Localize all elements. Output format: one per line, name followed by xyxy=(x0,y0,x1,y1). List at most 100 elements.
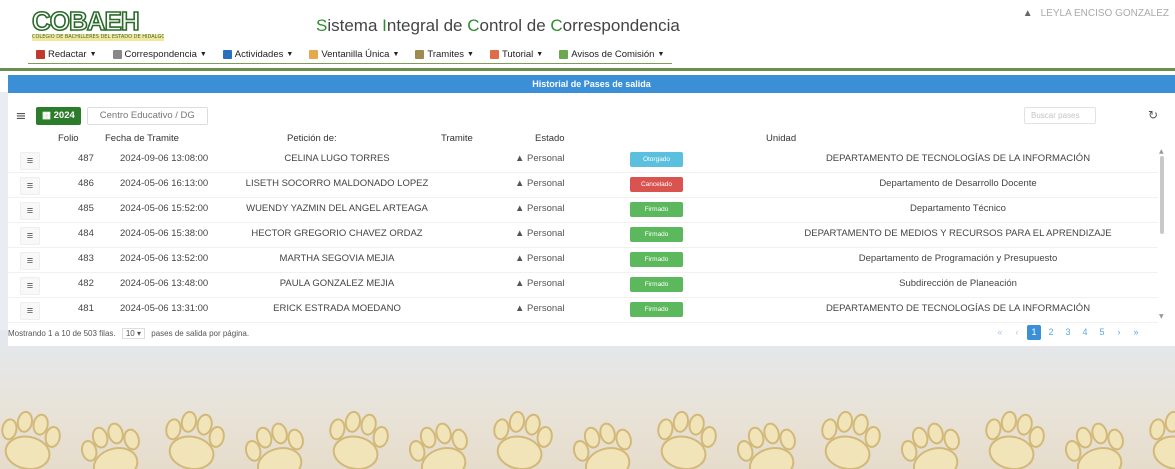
unidad-cell: DEPARTAMENTO DE TECNOLOGÍAS DE LA INFORM… xyxy=(825,153,1091,164)
menu-actividades[interactable]: Actividades ▼ xyxy=(214,46,302,64)
users-icon xyxy=(415,50,425,59)
status-badge: Firmado xyxy=(630,302,683,317)
center-filter-button[interactable]: Centro Educativo / DG xyxy=(86,107,208,125)
person-icon: ▲ xyxy=(515,253,528,264)
folio-cell: 484 xyxy=(78,228,94,239)
column-folio[interactable]: Folio xyxy=(58,133,79,144)
folio-cell: 483 xyxy=(78,253,94,264)
table-row: ≡ 481 2024-05-06 13:31:00 ERICK ESTRADA MOE… xyxy=(8,298,1158,323)
table-row: ≡ 484 2024-05-06 15:38:00 HECTOR GREGORIO C… xyxy=(8,223,1158,248)
unidad-cell: Departamento Técnico xyxy=(910,203,1006,214)
person-icon: ▲ xyxy=(515,153,528,164)
person-icon: ▲ xyxy=(515,228,528,239)
menu-redactar[interactable]: Redactar ▼ xyxy=(28,46,105,64)
menu-avisos-comision[interactable]: Avisos de Comisión ▼ xyxy=(551,46,673,64)
refresh-icon[interactable]: ↻ xyxy=(1146,108,1160,122)
caret-down-icon: ▼ xyxy=(467,51,474,58)
peticion-cell: CELINA LUGO TORRES xyxy=(284,153,390,164)
peticion-cell: MARTHA SEGOVIA MEJIA xyxy=(279,253,395,264)
fecha-cell: 2024-05-06 15:52:00 xyxy=(120,203,209,214)
column-unidad[interactable]: Unidad xyxy=(766,133,796,144)
panel-heading: Historial de Pases de salida xyxy=(8,75,1175,93)
page-3[interactable]: 3 xyxy=(1061,325,1075,340)
peticion-cell: PAULA GONZALEZ MEJIA xyxy=(279,278,395,289)
pencil-icon xyxy=(36,50,45,59)
unidad-cell: DEPARTAMENTO DE MEDIOS Y RECURSOS PARA E… xyxy=(804,228,1112,239)
toolbar: ≡ ▦ 2024 Centro Educativo / DG xyxy=(12,107,208,125)
app-title: Sistema Integral de Control de Correspon… xyxy=(316,16,680,35)
page-5[interactable]: 5 xyxy=(1095,325,1109,340)
page-first[interactable]: « xyxy=(993,325,1007,340)
caret-down-icon: ▼ xyxy=(536,51,544,58)
unidad-cell: Departamento de Desarrollo Docente xyxy=(879,178,1037,189)
table-row: ≡ 482 2024-05-06 13:48:00 PAULA GONZALEZ ME… xyxy=(8,273,1158,298)
row-menu-button[interactable]: ≡ xyxy=(20,202,40,220)
row-menu-button[interactable]: ≡ xyxy=(20,252,40,270)
tramite-cell: ▲ Personal xyxy=(515,253,565,264)
row-menu-button[interactable]: ≡ xyxy=(20,152,40,170)
paw-pattern-background xyxy=(0,399,1175,469)
menu-tramites[interactable]: Tramites ▼ xyxy=(407,46,482,64)
column-peticion[interactable]: Petición de: xyxy=(287,133,337,144)
user-name: LEYLA ENCISO GONZALEZ xyxy=(1040,8,1169,19)
person-icon: ▲ xyxy=(515,178,528,189)
unidad-cell: Subdirección de Planeación xyxy=(899,278,1017,289)
row-menu-button[interactable]: ≡ xyxy=(20,277,40,295)
logo-subtitle: COLEGIO DE BACHILLERES DEL ESTADO DE HID… xyxy=(32,34,164,41)
unidad-cell: Departamento de Programación y Presupues… xyxy=(858,253,1058,264)
row-menu-button[interactable]: ≡ xyxy=(20,227,40,245)
tramite-cell: ▲ Personal xyxy=(515,303,565,314)
peticion-cell: LISETH SOCORRO MALDONADO LOPEZ xyxy=(245,178,429,189)
calendar-icon: ▦ xyxy=(42,110,54,121)
person-icon: ▲ xyxy=(515,303,528,314)
folio-cell: 485 xyxy=(78,203,94,214)
page-next[interactable]: › xyxy=(1112,325,1126,340)
column-fecha[interactable]: Fecha de Tramite xyxy=(105,133,179,144)
passes-panel: ≡ ▦ 2024 Centro Educativo / DG ↻ Folio F… xyxy=(8,93,1175,346)
tramite-cell: ▲ Personal xyxy=(515,203,565,214)
menu-tutorial[interactable]: Tutorial ▼ xyxy=(481,46,552,64)
fecha-cell: 2024-05-06 13:48:00 xyxy=(120,278,209,289)
status-badge: Cancelado xyxy=(630,177,683,192)
tramite-cell: ▲ Personal xyxy=(515,278,565,289)
page-4[interactable]: 4 xyxy=(1078,325,1092,340)
calendar-icon xyxy=(559,50,569,59)
table-header: Folio Fecha de Tramite Petición de: Tram… xyxy=(8,133,1158,147)
row-menu-button[interactable]: ≡ xyxy=(20,177,40,195)
pagination-info: Mostrando 1 a 10 de 503 filas. 10 ▾ pase… xyxy=(8,328,250,339)
status-badge: Firmado xyxy=(630,277,683,292)
user-menu[interactable]: ▲ LEYLA ENCISO GONZALEZ xyxy=(1023,8,1169,19)
caret-down-icon: ▼ xyxy=(392,51,400,58)
scroll-down-icon[interactable]: ▼ xyxy=(1159,313,1164,320)
status-badge: Firmado xyxy=(630,202,683,217)
row-menu-button[interactable]: ≡ xyxy=(20,302,40,320)
scroll-up-icon[interactable]: ▲ xyxy=(1159,148,1164,155)
status-badge: Firmado xyxy=(630,252,683,267)
peticion-cell: HECTOR GREGORIO CHAVEZ ORDAZ xyxy=(251,228,423,239)
menu-ventanilla-unica[interactable]: Ventanilla Única ▼ xyxy=(301,46,408,64)
user-icon: ▲ xyxy=(1022,8,1033,19)
unidad-cell: DEPARTAMENTO DE TECNOLOGÍAS DE LA INFORM… xyxy=(825,303,1091,314)
fecha-cell: 2024-05-06 13:52:00 xyxy=(120,253,209,264)
year-button[interactable]: ▦ 2024 xyxy=(36,107,81,125)
search-input[interactable] xyxy=(1024,107,1096,124)
caret-down-icon: ▼ xyxy=(89,51,97,58)
page-prev[interactable]: ‹ xyxy=(1010,325,1024,340)
cobaeh-logo[interactable]: COBAEH COLEGIO DE BACHILLERES DEL ESTADO… xyxy=(31,5,164,41)
hamburger-icon[interactable]: ≡ xyxy=(12,109,30,124)
peticion-cell: WUENDY YAZMIN DEL ANGEL ARTEAGA xyxy=(246,203,428,214)
per-page-select[interactable]: 10 ▾ xyxy=(121,328,146,339)
page-last[interactable]: » xyxy=(1129,325,1143,340)
pdf-icon xyxy=(489,50,499,59)
tramite-cell: ▲ Personal xyxy=(515,228,565,239)
person-icon: ▲ xyxy=(515,203,528,214)
page-1[interactable]: 1 xyxy=(1027,325,1041,340)
folio-cell: 487 xyxy=(78,153,94,164)
table-scrollbar[interactable]: ▲ ▼ xyxy=(1159,148,1165,320)
column-estado[interactable]: Estado xyxy=(535,133,565,144)
page-2[interactable]: 2 xyxy=(1044,325,1058,340)
scroll-thumb[interactable] xyxy=(1160,156,1164,234)
column-tramite[interactable]: Tramite xyxy=(441,133,473,144)
pagination: « ‹ 1 2 3 4 5 › » xyxy=(993,325,1143,340)
menu-correspondencia[interactable]: Correspondencia ▼ xyxy=(104,46,215,64)
